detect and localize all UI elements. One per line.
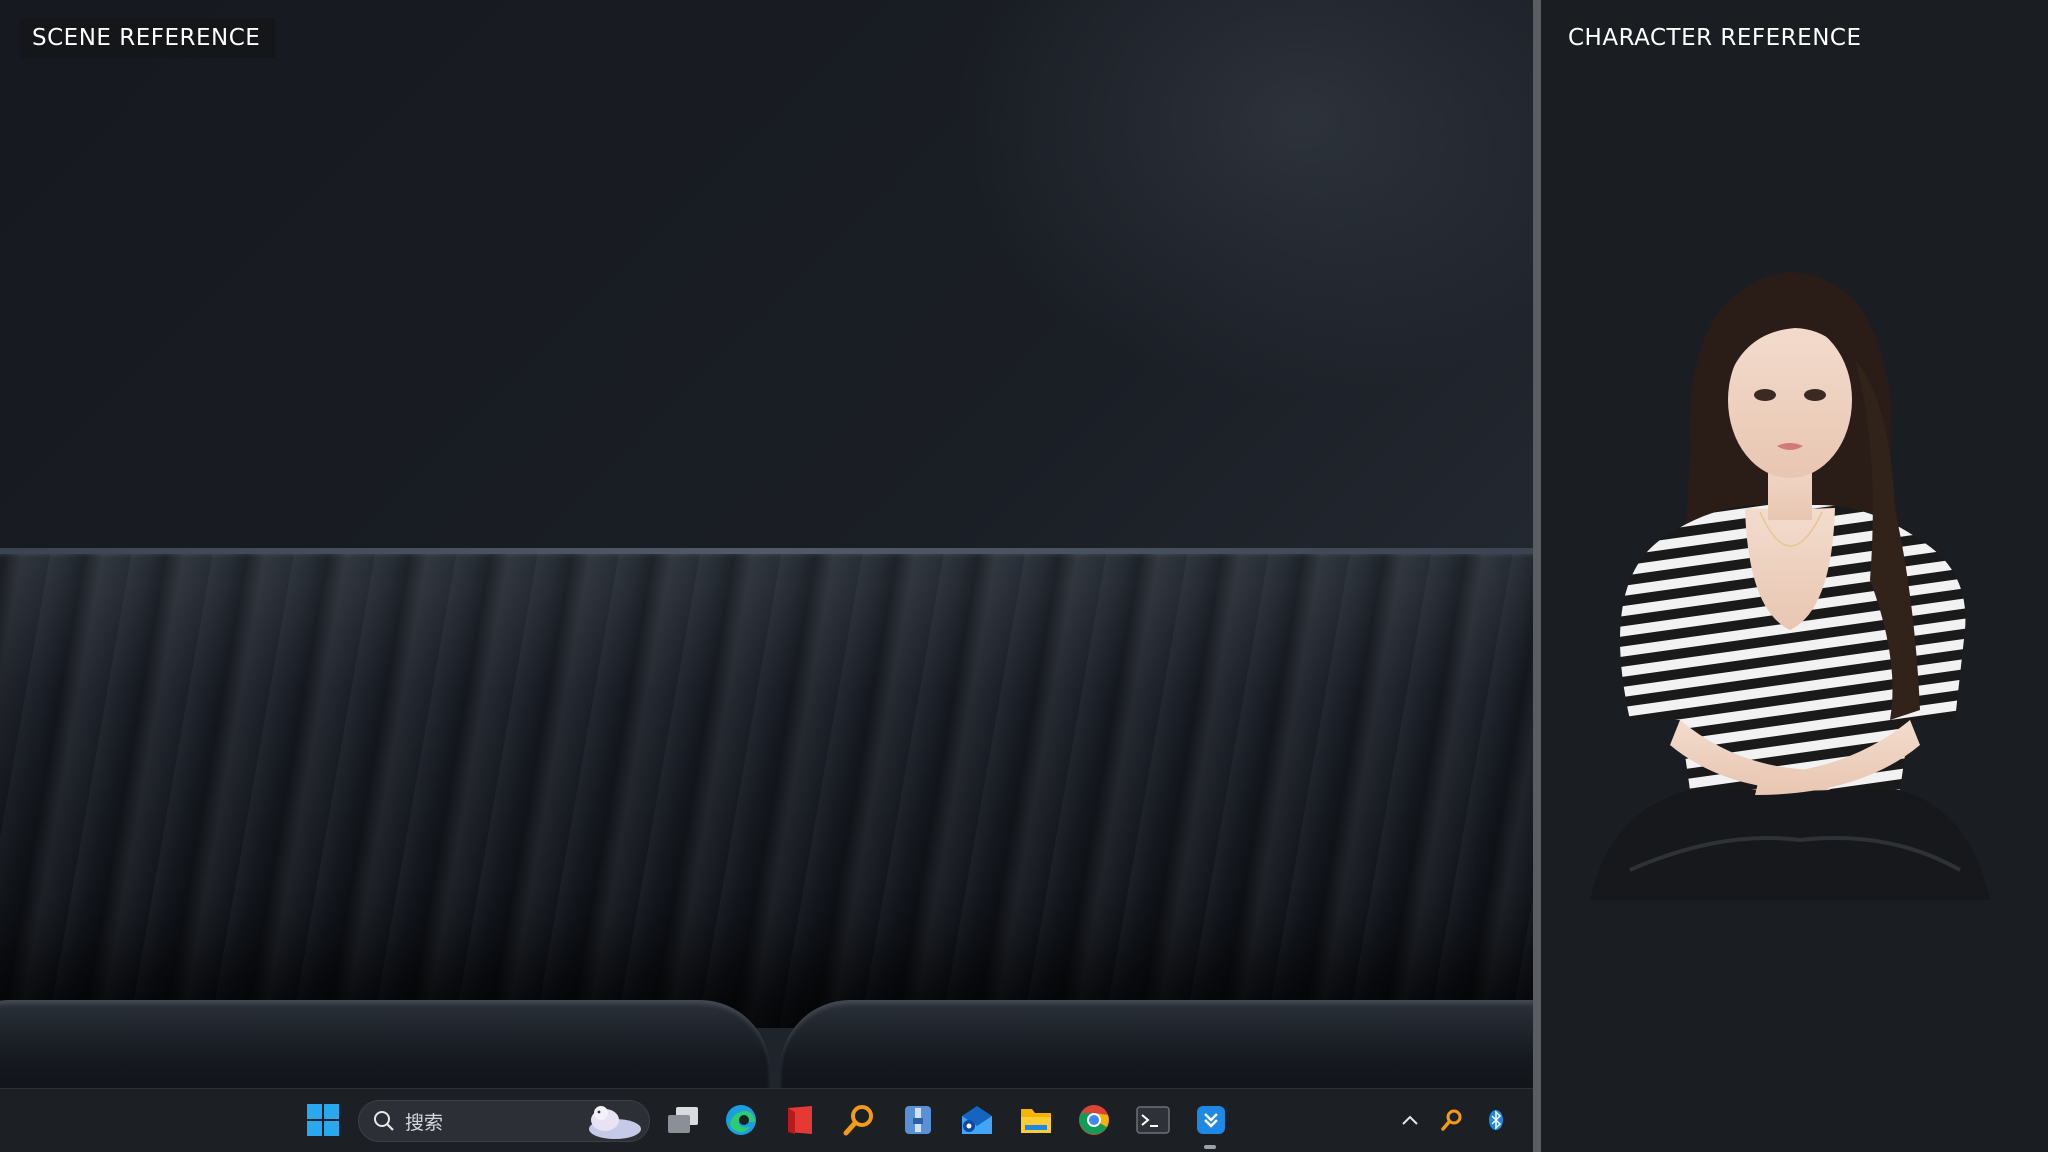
bluetooth-glyph — [1489, 1110, 1503, 1130]
terminal-icon[interactable] — [1130, 1097, 1176, 1143]
file-explorer-icon[interactable] — [1013, 1097, 1059, 1143]
search-icon — [374, 1111, 394, 1131]
panel-divider[interactable] — [1533, 0, 1541, 1152]
edge-icon[interactable] — [718, 1097, 764, 1143]
download-app-icon[interactable] — [1188, 1097, 1234, 1143]
search-tray-icon[interactable] — [1434, 1097, 1470, 1143]
edge-glyph — [726, 1105, 756, 1135]
chrome-glyph — [1079, 1105, 1109, 1135]
mail-app-glyph — [962, 1106, 992, 1134]
taskbar: 搜索 — [0, 1088, 1533, 1152]
archive-app-icon[interactable] — [895, 1097, 941, 1143]
red-app-glyph — [788, 1106, 812, 1134]
sofa-backrest — [0, 548, 1533, 1028]
magnifier-glyph — [843, 1105, 873, 1136]
chevron-up-icon — [1402, 1115, 1418, 1125]
wall-highlight — [953, 0, 1533, 400]
taskbar-search-box[interactable]: 搜索 — [358, 1100, 650, 1142]
bluetooth-icon[interactable] — [1478, 1097, 1514, 1143]
scene-reference-label: SCENE REFERENCE — [20, 18, 275, 58]
show-hidden-icons-chevron[interactable] — [1392, 1097, 1428, 1143]
magnifier-icon[interactable] — [836, 1097, 882, 1143]
archive-app-glyph — [905, 1106, 931, 1134]
character-reference-label: CHARACTER REFERENCE — [1556, 18, 2028, 58]
folder-glyph — [1021, 1109, 1051, 1133]
active-app-indicator — [1204, 1145, 1216, 1149]
screen: SCENE REFERENCE CHARACTER REFERENCE 搜索 — [0, 0, 2048, 1152]
start-icon[interactable] — [300, 1097, 346, 1143]
download-app-glyph — [1197, 1106, 1225, 1134]
terminal-glyph — [1136, 1106, 1170, 1134]
mail-app-icon[interactable] — [954, 1097, 1000, 1143]
chrome-icon[interactable] — [1071, 1097, 1117, 1143]
scene-reference-image — [0, 0, 1533, 1152]
tray-magnifier-icon — [1441, 1109, 1462, 1131]
windows-logo-icon — [307, 1104, 339, 1136]
search-placeholder: 搜索 — [405, 1111, 444, 1134]
red-app-icon[interactable] — [777, 1097, 823, 1143]
search-highlight-art-icon — [589, 1106, 641, 1139]
character-reference-image — [1590, 272, 1990, 900]
task-view-icon[interactable] — [660, 1097, 706, 1143]
task-view-glyph — [668, 1107, 698, 1133]
